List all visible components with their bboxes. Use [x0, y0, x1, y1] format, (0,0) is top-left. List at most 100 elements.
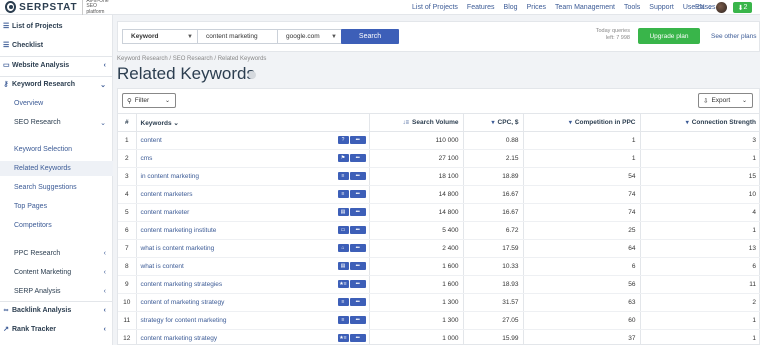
list-icon[interactable]: ≡ — [337, 298, 349, 306]
chevron-down-icon: ⌄ — [164, 98, 170, 104]
keyword-link[interactable]: content — [141, 137, 162, 144]
question-icon[interactable]: ? — [337, 136, 349, 144]
keyword-link[interactable]: what is content — [141, 263, 184, 270]
serp-features: ⚑ ••• — [337, 154, 366, 162]
info-icon[interactable] — [248, 71, 256, 79]
more-icon[interactable]: ••• — [349, 244, 366, 252]
nav-prices[interactable]: Prices — [527, 4, 546, 11]
keyword-link[interactable]: content of marketing strategy — [141, 299, 225, 306]
nav-team-management[interactable]: Team Management — [555, 4, 615, 11]
nav-list-of-projects[interactable]: List of Projects — [412, 4, 458, 11]
snippet-icon[interactable]: ▤ — [337, 262, 349, 270]
sidebar-item-label: PPC Research — [14, 250, 61, 257]
snippet-icon[interactable]: ▤ — [337, 208, 349, 216]
mail-icon[interactable]: ▭ — [337, 226, 349, 234]
filter-icon: ⚲ — [127, 97, 132, 105]
sidebar-item-related-keywords[interactable]: Related Keywords — [0, 161, 113, 176]
upgrade-plan-button[interactable]: Upgrade plan — [638, 28, 700, 44]
sidebar-item-rank-tracker[interactable]: ↗ Rank Tracker ‹ — [0, 322, 113, 337]
search-volume-cell: 1 300 — [369, 293, 464, 312]
more-icon[interactable]: ••• — [349, 262, 366, 270]
nav-features[interactable]: Features — [467, 4, 495, 11]
sidebar-item-checklist[interactable]: ☰ Checklist — [0, 38, 113, 53]
keyword-link[interactable]: cms — [141, 155, 153, 162]
sidebar-item-competitors[interactable]: Competitors — [0, 218, 113, 233]
more-icon[interactable]: ••• — [349, 334, 366, 342]
keyword-link[interactable]: content marketing strategies — [141, 281, 223, 288]
flag-icon[interactable]: ⚑ — [337, 154, 349, 162]
star-list-icon[interactable]: ★≡ — [337, 280, 349, 288]
sidebar-item-website-analysis[interactable]: ▭ Website Analysis ‹ — [0, 58, 113, 73]
connection-strength-cell: 15 — [640, 167, 760, 186]
more-icon[interactable]: ••• — [349, 226, 366, 234]
row-number: 3 — [118, 167, 137, 186]
filter-button[interactable]: ⚲ Filter ⌄ — [122, 93, 176, 108]
breadcrumb[interactable]: Keyword Research / SEO Research / Relate… — [117, 56, 266, 62]
search-input[interactable]: content marketing — [197, 29, 278, 44]
keyword-cell: strategy for content marketing ≡ ••• — [136, 311, 370, 330]
sidebar-item-list-of-projects[interactable]: ☰ List of Projects — [0, 19, 113, 34]
search-button[interactable]: Search — [341, 29, 399, 44]
column-header-search-volume[interactable]: ↓≡ Search Volume — [369, 113, 464, 132]
database-select[interactable]: google.com ▼ — [277, 29, 342, 44]
more-icon[interactable]: ••• — [349, 172, 366, 180]
list-icon[interactable]: ≡ — [337, 190, 349, 198]
keyword-link[interactable]: content marketers — [141, 191, 193, 198]
caret-down-icon: ▾ — [491, 120, 495, 126]
row-number: 5 — [118, 203, 137, 222]
sidebar-item-backlink-analysis[interactable]: ∞ Backlink Analysis ‹ — [0, 303, 113, 318]
column-header-label: Keywords — [140, 119, 172, 127]
language-selector[interactable]: EN ⌄ — [695, 3, 713, 11]
sidebar-item-top-pages[interactable]: Top Pages — [0, 199, 113, 214]
keyword-link[interactable]: content marketing institute — [141, 227, 217, 234]
academic-icon[interactable]: ⌂ — [337, 244, 349, 252]
keyword-link[interactable]: content marketer — [141, 209, 190, 216]
sidebar-item-keyword-research[interactable]: ⚷ Keyword Research ⌄ — [0, 77, 113, 92]
see-other-plans-link[interactable]: See other plans — [711, 33, 757, 40]
keyword-link[interactable]: in content marketing — [141, 173, 200, 180]
column-header-label: Connection Strength — [691, 119, 756, 126]
list-icon[interactable]: ≡ — [337, 316, 349, 324]
sidebar-item-keyword-selection[interactable]: Keyword Selection — [0, 142, 113, 157]
cpc-cell: 16.67 — [463, 203, 524, 222]
export-button[interactable]: ⇩ Export ⌄ — [698, 93, 753, 108]
more-icon[interactable]: ••• — [349, 208, 366, 216]
more-icon[interactable]: ••• — [349, 154, 366, 162]
keyword-link[interactable]: what is content marketing — [141, 245, 215, 252]
nav-blog[interactable]: Blog — [504, 4, 518, 11]
sidebar-item-label: Checklist — [12, 42, 44, 49]
chevron-down-icon: ⌄ — [741, 98, 747, 104]
sort-desc-icon: ↓≡ — [402, 120, 410, 126]
notifications-button[interactable]: ⬇ 2 — [733, 2, 752, 13]
caret-down-icon: ▼ — [187, 33, 193, 40]
sidebar-item-serp-analysis[interactable]: SERP Analysis ‹ — [0, 284, 113, 299]
more-icon[interactable]: ••• — [349, 298, 366, 306]
keyword-cell: content marketing institute ▭ ••• — [136, 221, 370, 240]
list-icon[interactable]: ≡ — [337, 172, 349, 180]
sidebar-item-content-marketing[interactable]: Content Marketing ‹ — [0, 265, 113, 280]
nav-tools[interactable]: Tools — [624, 4, 640, 11]
column-header-competition[interactable]: ▾ Competition in PPC — [523, 113, 641, 132]
row-number: 6 — [118, 221, 137, 240]
column-header-connection-strength[interactable]: ▾ Connection Strength — [640, 113, 760, 132]
connection-strength-cell: 1 — [640, 221, 760, 240]
column-header-keywords[interactable]: Keywords ⌄ — [136, 113, 370, 132]
more-icon[interactable]: ••• — [349, 280, 366, 288]
logo[interactable]: SERPSTAT All-in-One SEO platform — [0, 0, 113, 16]
table-row: 1 content? ••• 110 000 0.88 1 3 — [118, 131, 760, 150]
column-header-cpc[interactable]: ▾ CPC, $ — [463, 113, 524, 132]
keyword-link[interactable]: strategy for content marketing — [141, 317, 227, 324]
sidebar-item-seo-research[interactable]: SEO Research ⌄ — [0, 115, 113, 130]
sidebar-item-overview[interactable]: Overview — [0, 96, 113, 111]
search-type-select[interactable]: Keyword ▼ — [122, 29, 198, 44]
more-icon[interactable]: ••• — [349, 316, 366, 324]
more-icon[interactable]: ••• — [349, 190, 366, 198]
star-list-icon[interactable]: ★≡ — [337, 334, 349, 342]
avatar[interactable] — [716, 2, 727, 13]
sidebar-item-ppc-research[interactable]: PPC Research ‹ — [0, 246, 113, 261]
more-icon[interactable]: ••• — [349, 136, 366, 144]
nav-support[interactable]: Support — [649, 4, 674, 11]
search-volume-cell: 27 100 — [369, 149, 464, 168]
keyword-link[interactable]: content marketing strategy — [141, 335, 218, 342]
sidebar-item-search-suggestions[interactable]: Search Suggestions — [0, 180, 113, 195]
